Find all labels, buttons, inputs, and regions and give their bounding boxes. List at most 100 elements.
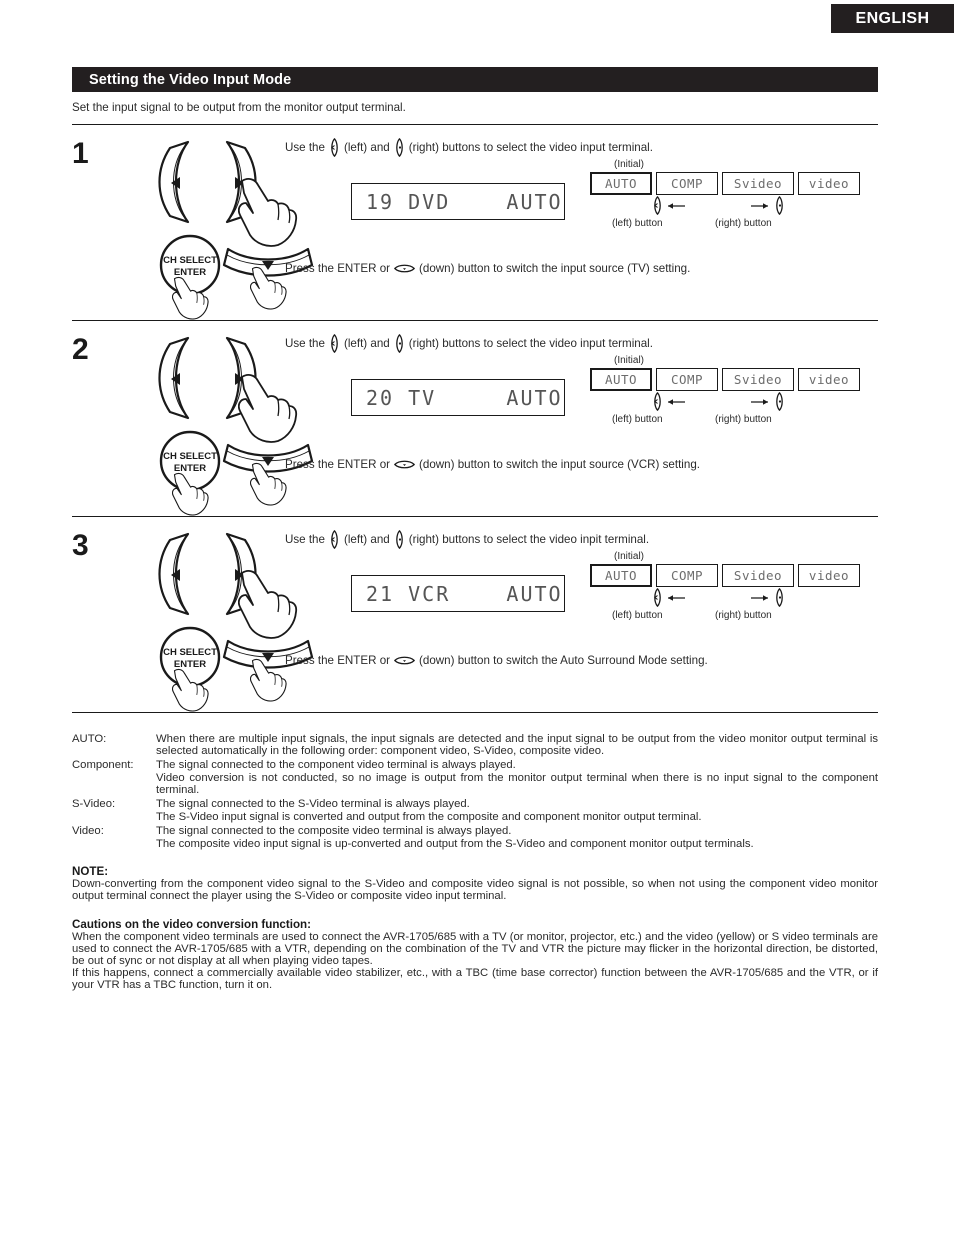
pointing-hand-icon — [171, 471, 213, 519]
option-arrow-labels: (left) button (right) button — [590, 218, 860, 232]
lcd-display: 19 DVD AUTO — [351, 183, 565, 220]
option-arrows — [590, 588, 860, 610]
instruction-suffix: (right) buttons to select the video inpu… — [408, 337, 653, 350]
video-mode-option-panel: (Initial) AUTO COMP Svideo video (left) butt… — [590, 355, 860, 428]
cursor-left-button-glyph — [329, 530, 340, 549]
option-arrows — [590, 392, 860, 414]
option-box-svideo[interactable]: Svideo — [722, 564, 794, 587]
svg-text:CH SELECT: CH SELECT — [163, 451, 217, 462]
left-button-arrow — [652, 196, 687, 215]
remote-illustration: CH SELECT ENTER — [110, 331, 314, 516]
option-arrow-labels: (left) button (right) button — [590, 414, 860, 428]
cursor-down-button-glyph — [394, 459, 415, 470]
svg-text:CH SELECT: CH SELECT — [163, 647, 217, 658]
cursor-down-button-glyph — [394, 655, 415, 666]
option-box-comp[interactable]: COMP — [656, 564, 718, 587]
note-paragraph: Down-converting from the component video… — [72, 878, 878, 902]
cursor-right-button-glyph — [394, 530, 405, 549]
section-title-bar: Setting the Video Input Mode — [72, 67, 878, 92]
definition-row: S-Video: The signal connected to the S-Vi… — [72, 798, 878, 824]
definition-row: Component: The signal connected to the co… — [72, 759, 878, 797]
step-number: 2 — [72, 333, 89, 366]
definition-term: S-Video: — [72, 798, 116, 810]
cursor-left-button[interactable] — [158, 531, 200, 622]
left-button-label: (left) button — [612, 610, 663, 621]
option-arrows — [590, 196, 860, 218]
left-button-label: (left) button — [612, 218, 663, 229]
right-button-label: (right) button — [715, 414, 772, 425]
note-heading: NOTE: — [72, 865, 109, 878]
definitions-list: AUTO: When there are multiple input signa… — [72, 733, 878, 851]
option-box-auto[interactable]: AUTO — [590, 368, 652, 391]
step-1: 1 CH SELECT ENTER Use the (left) and (right) … — [72, 125, 878, 320]
option-box-comp[interactable]: COMP — [656, 368, 718, 391]
video-mode-option-panel: (Initial) AUTO COMP Svideo video (left) butt… — [590, 159, 860, 232]
video-mode-option-panel: (Initial) AUTO COMP Svideo video (left) butt… — [590, 551, 860, 624]
cursor-right-button-glyph — [394, 334, 405, 353]
remote-illustration: CH SELECT ENTER — [110, 135, 314, 320]
option-box-video[interactable]: video — [798, 564, 860, 587]
instruction-line-press: Press the ENTER or (down) button to switc… — [285, 654, 878, 667]
definition-line: When there are multiple input signals, t… — [156, 733, 878, 757]
left-button-arrow — [652, 588, 687, 607]
step-body: Use the (left) and (right) buttons to sele… — [285, 527, 878, 702]
option-box-svideo[interactable]: Svideo — [722, 172, 794, 195]
instruction-suffix: (right) buttons to select the video inpi… — [408, 533, 650, 546]
option-box-comp[interactable]: COMP — [656, 172, 718, 195]
step-body: Use the (left) and (right) buttons to sele… — [285, 135, 878, 310]
cursor-down-button-glyph — [394, 263, 415, 274]
press-prefix: Press the ENTER or — [285, 654, 391, 667]
left-button-label: (left) button — [612, 414, 663, 425]
right-button-arrow — [750, 588, 785, 607]
page-title: Setting the Video Input Mode — [89, 71, 292, 88]
pointing-hand-icon — [171, 667, 213, 715]
option-box-auto[interactable]: AUTO — [590, 172, 652, 195]
remote-illustration: CH SELECT ENTER — [110, 527, 314, 712]
caution-paragraph-2: If this happens, connect a commercially … — [72, 967, 878, 991]
definition-description: The signal connected to the composite vi… — [156, 825, 878, 851]
note-text: Down-converting from the component video… — [72, 878, 878, 902]
step-3: 3 CH SELECT ENTER Use the (left) and (right) … — [72, 517, 878, 712]
press-suffix: (down) button to switch the Auto Surroun… — [419, 654, 708, 667]
option-box-svideo[interactable]: Svideo — [722, 368, 794, 391]
cursor-left-button-glyph — [329, 138, 340, 157]
right-button-arrow — [750, 196, 785, 215]
definition-description: The signal connected to the component vi… — [156, 759, 878, 797]
section-intro-text: Set the input signal to be output from t… — [72, 101, 406, 114]
svg-text:CH SELECT: CH SELECT — [163, 255, 217, 266]
definition-line: The signal connected to the component vi… — [156, 759, 516, 771]
definition-description: When there are multiple input signals, t… — [156, 733, 878, 758]
instruction-line-use: Use the (left) and (right) buttons to sele… — [285, 334, 878, 353]
steps-container: 1 CH SELECT ENTER Use the (left) and (right) … — [72, 125, 878, 712]
instruction-mid: (left) and — [343, 141, 390, 154]
press-prefix: Press the ENTER or — [285, 262, 391, 275]
instruction-prefix: Use the — [285, 533, 325, 546]
press-prefix: Press the ENTER or — [285, 458, 391, 471]
step-number: 1 — [72, 137, 89, 170]
instruction-mid: (left) and — [343, 337, 390, 350]
definition-line: Video conversion is not conducted, so no… — [156, 772, 878, 796]
instruction-prefix: Use the — [285, 141, 325, 154]
caution-paragraph-1: When the component video terminals are u… — [72, 931, 878, 967]
definition-description: The signal connected to the S-Video term… — [156, 798, 878, 824]
instruction-mid: (left) and — [343, 533, 390, 546]
definition-row: Video: The signal connected to the compos… — [72, 825, 878, 851]
pointing-hand-icon — [171, 275, 213, 323]
instruction-line-use: Use the (left) and (right) buttons to sele… — [285, 138, 878, 157]
definition-row: AUTO: When there are multiple input signa… — [72, 733, 878, 758]
instruction-line-press: Press the ENTER or (down) button to switc… — [285, 262, 878, 275]
initial-label: (Initial) — [614, 551, 645, 562]
step-body: Use the (left) and (right) buttons to sele… — [285, 331, 878, 506]
definition-term: AUTO: — [72, 733, 107, 745]
option-box-auto[interactable]: AUTO — [590, 564, 652, 587]
instruction-line-press: Press the ENTER or (down) button to switc… — [285, 458, 878, 471]
step-2: 2 CH SELECT ENTER Use the (left) and (right) … — [72, 321, 878, 516]
cursor-left-button[interactable] — [158, 139, 200, 230]
option-box-video[interactable]: video — [798, 368, 860, 391]
instruction-line-use: Use the (left) and (right) buttons to sele… — [285, 530, 878, 549]
definition-line: The signal connected to the S-Video term… — [156, 798, 470, 810]
cursor-left-button[interactable] — [158, 335, 200, 426]
caution-heading: Cautions on the video conversion functio… — [72, 918, 311, 931]
option-box-video[interactable]: video — [798, 172, 860, 195]
definition-line: The signal connected to the composite vi… — [156, 825, 512, 837]
